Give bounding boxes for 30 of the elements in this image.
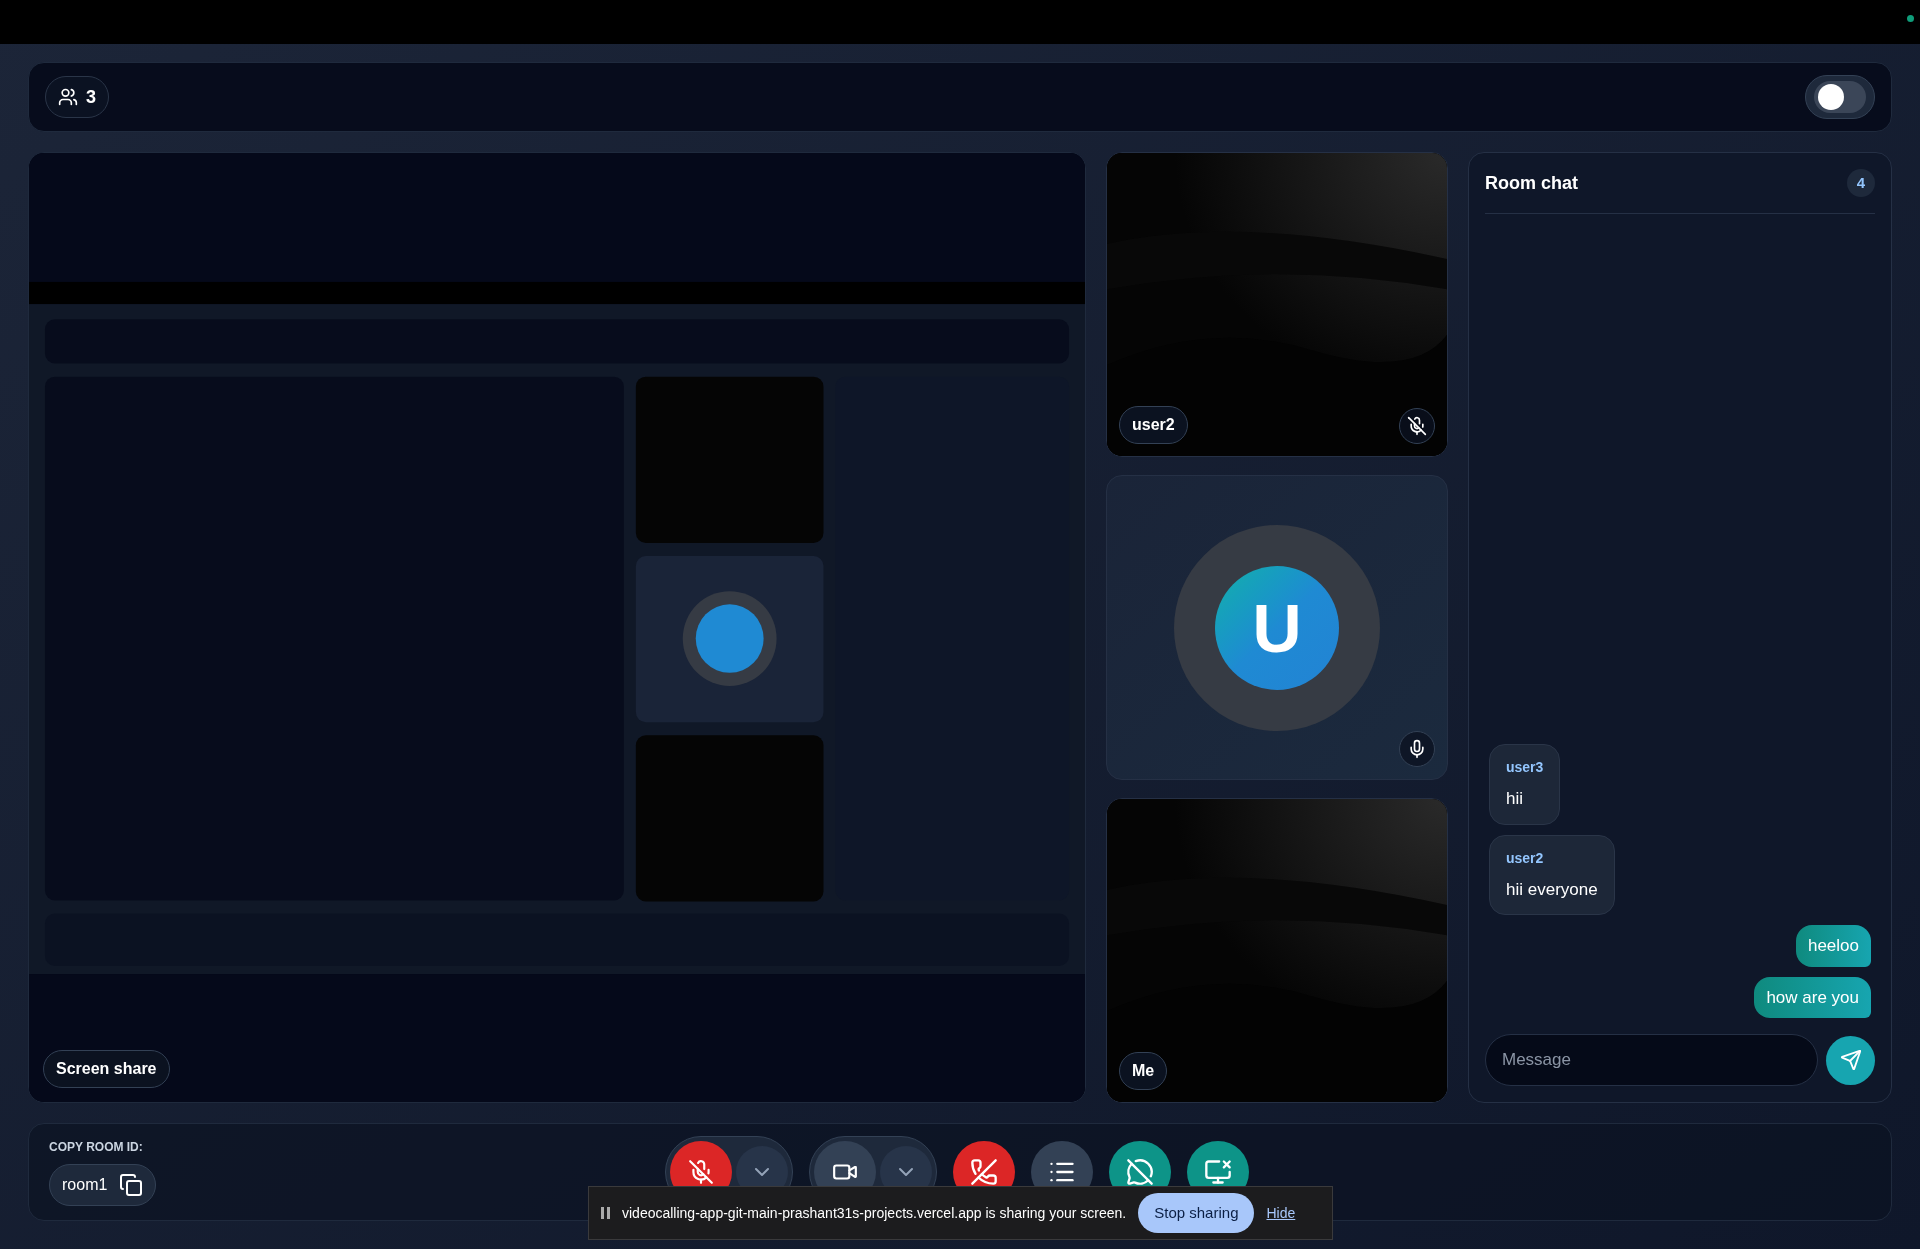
participants-button[interactable]: 3 [45,76,109,118]
mic-off-icon [1407,416,1427,436]
own-message: heeloo [1795,925,1871,967]
copy-icon [119,1173,144,1197]
phone-off-icon [970,1158,998,1186]
chat-title: Room chat [1485,171,1578,195]
send-icon [1839,1049,1862,1071]
hide-link[interactable]: Hide [1266,1202,1296,1224]
copy-room-id-button[interactable]: room1 [49,1164,157,1206]
message-author: user2 [1506,848,1545,868]
pause-icon [601,1207,610,1219]
message-text: hii everyone [1506,878,1598,901]
room-id-label: COPY ROOM ID: [49,1139,144,1156]
message-text: hii [1506,788,1524,810]
avatar: U [1215,565,1339,690]
stop-sharing-button[interactable]: Stop sharing [1138,1193,1255,1233]
message-input[interactable]: Message [1485,1034,1818,1086]
screen-off-icon [1204,1158,1232,1186]
sharing-message: videocalling-app-git-main-prashant31s-projects.vercel.app is sharing your screen. [622,1203,1127,1223]
send-button[interactable] [1826,1035,1875,1085]
own-message: how are you [1754,976,1871,1018]
message-author: user3 [1506,758,1544,777]
screen-share-label: Screen share [43,1050,170,1088]
users-icon [58,87,78,107]
theme-toggle[interactable] [1805,75,1875,119]
mic-off-icon [688,1159,714,1185]
chat-bubble-off-icon [1126,1158,1154,1186]
participant-name: user2 [1119,406,1188,444]
mic-icon [1407,739,1427,759]
message-count: 4 [1847,169,1875,197]
